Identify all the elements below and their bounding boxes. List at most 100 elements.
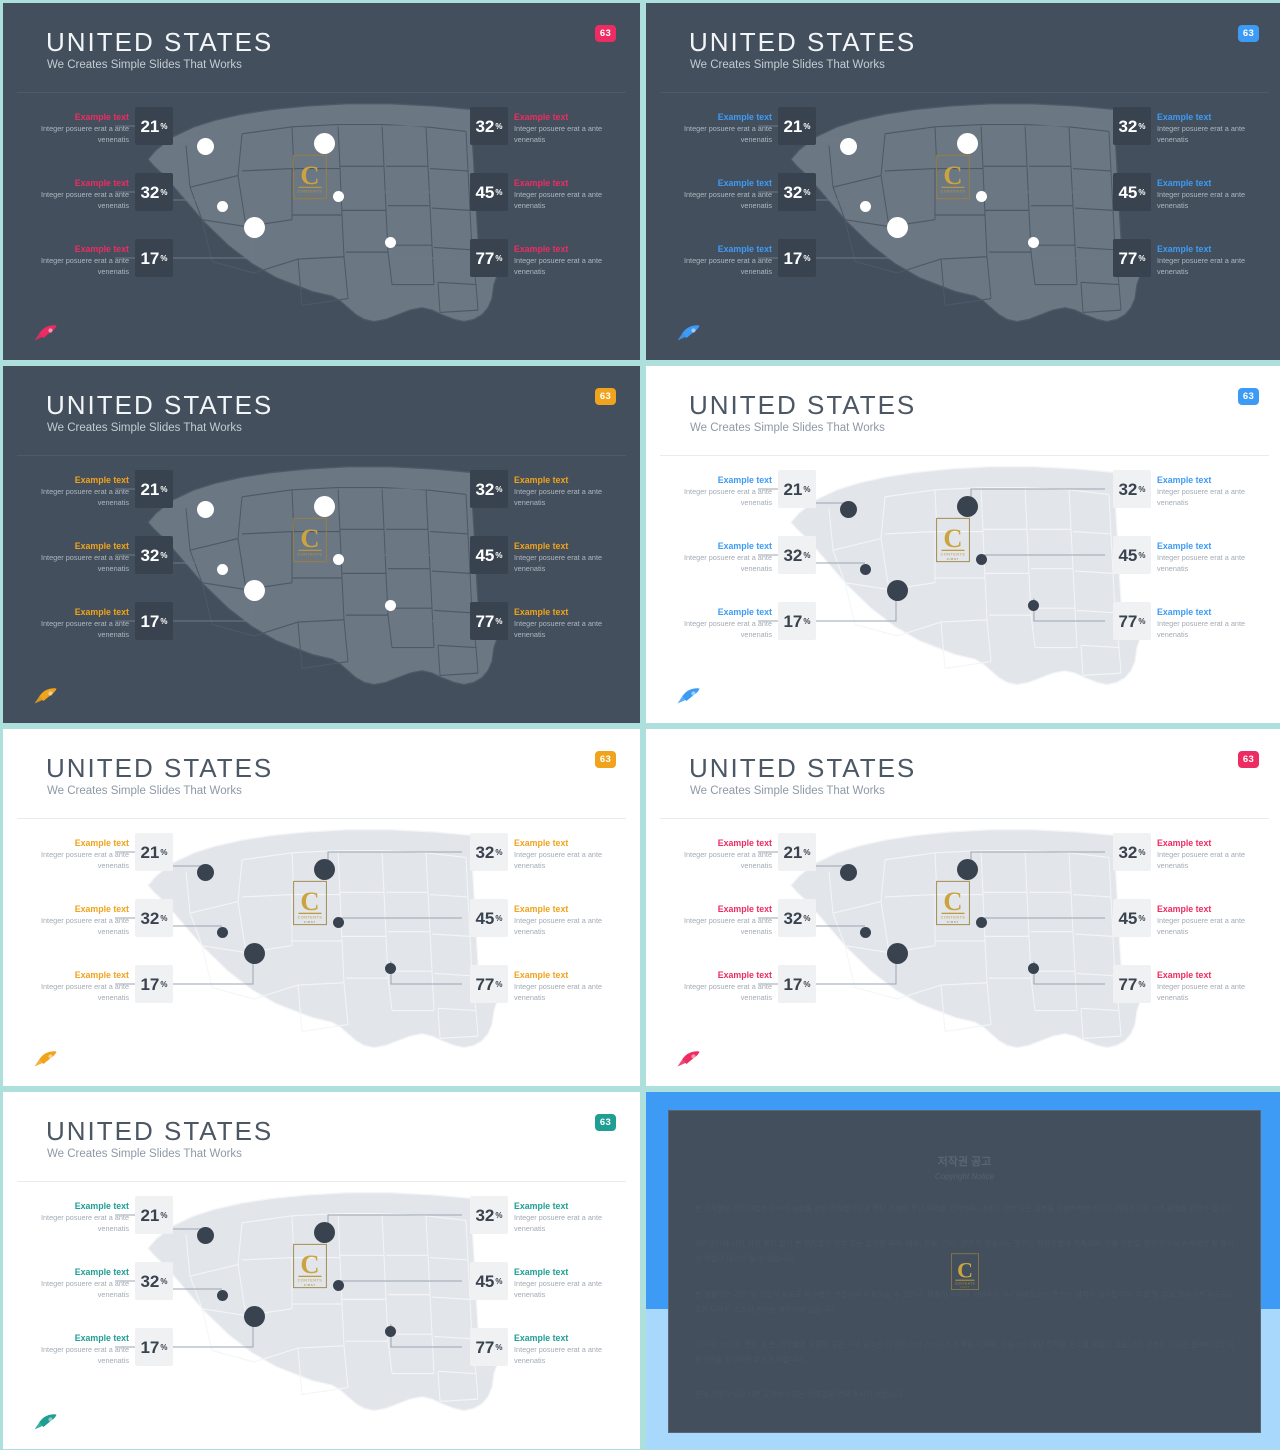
stat-block-right-1[interactable]: 32% Example text Integer posuere erat a … <box>464 1196 606 1234</box>
map-marker-6[interactable] <box>384 236 396 248</box>
map-marker-6[interactable] <box>1027 236 1039 248</box>
stat-block-left-1[interactable]: Example text Integer posuere erat a ante… <box>37 1196 179 1234</box>
map-marker-3[interactable] <box>975 190 987 202</box>
slide-2[interactable]: UNITED STATES We Creates Simple Slides T… <box>646 3 1280 360</box>
map-marker-3[interactable] <box>332 916 344 928</box>
map-marker-6[interactable] <box>384 1325 396 1337</box>
map-marker-4[interactable] <box>216 563 228 575</box>
slide-1[interactable]: UNITED STATES We Creates Simple Slides T… <box>3 3 640 360</box>
map-marker-2[interactable] <box>956 858 978 880</box>
map-marker-4[interactable] <box>216 1289 228 1301</box>
map-marker-1[interactable] <box>196 863 214 881</box>
stat-block-left-3[interactable]: Example text Integer posuere erat a ante… <box>37 1328 179 1366</box>
stat-block-right-2[interactable]: 45% Example text Integer posuere erat a … <box>464 173 606 211</box>
stat-block-left-1[interactable]: Example text Integer posuere erat a ante… <box>37 107 179 145</box>
stat-body: Integer posuere erat a ante venenatis <box>1157 981 1246 1002</box>
page-number-badge[interactable]: 63 <box>1238 388 1259 405</box>
map-marker-1[interactable] <box>196 137 214 155</box>
map-marker-1[interactable] <box>839 863 857 881</box>
map-marker-3[interactable] <box>332 190 344 202</box>
page-number-badge[interactable]: 63 <box>1238 751 1259 768</box>
stat-block-right-2[interactable]: 45% Example text Integer posuere erat a … <box>1107 536 1249 574</box>
stat-heading: Example text <box>514 1333 569 1343</box>
stat-block-right-2[interactable]: 45% Example text Integer posuere erat a … <box>464 1262 606 1300</box>
stat-block-left-1[interactable]: Example text Integer posuere erat a ante… <box>680 107 822 145</box>
map-marker-3[interactable] <box>975 553 987 565</box>
stat-block-left-3[interactable]: Example text Integer posuere erat a ante… <box>680 239 822 277</box>
map-marker-2[interactable] <box>313 1221 335 1243</box>
stat-block-right-3[interactable]: 77% Example text Integer posuere erat a … <box>1107 602 1249 640</box>
stat-block-left-2[interactable]: Example text Integer posuere erat a ante… <box>37 899 179 937</box>
map-marker-2[interactable] <box>313 132 335 154</box>
stat-block-left-2[interactable]: Example text Integer posuere erat a ante… <box>680 899 822 937</box>
stat-block-left-2[interactable]: Example text Integer posuere erat a ante… <box>680 536 822 574</box>
stat-block-left-2[interactable]: Example text Integer posuere erat a ante… <box>37 1262 179 1300</box>
map-marker-3[interactable] <box>975 916 987 928</box>
map-marker-5[interactable] <box>243 216 265 238</box>
stat-block-right-1[interactable]: 32% Example text Integer posuere erat a … <box>1107 107 1249 145</box>
map-marker-6[interactable] <box>384 599 396 611</box>
stat-block-left-3[interactable]: Example text Integer posuere erat a ante… <box>37 965 179 1003</box>
page-number-badge[interactable]: 63 <box>595 751 616 768</box>
map-marker-1[interactable] <box>839 137 857 155</box>
stat-block-left-3[interactable]: Example text Integer posuere erat a ante… <box>37 239 179 277</box>
map-marker-4[interactable] <box>859 200 871 212</box>
stat-block-right-3[interactable]: 77% Example text Integer posuere erat a … <box>464 965 606 1003</box>
map-marker-4[interactable] <box>216 200 228 212</box>
page-number-badge[interactable]: 63 <box>1238 25 1259 42</box>
stat-block-left-2[interactable]: Example text Integer posuere erat a ante… <box>37 173 179 211</box>
map-marker-6[interactable] <box>1027 599 1039 611</box>
stat-block-right-3[interactable]: 77% Example text Integer posuere erat a … <box>464 1328 606 1366</box>
map-marker-5[interactable] <box>243 579 265 601</box>
stat-block-left-2[interactable]: Example text Integer posuere erat a ante… <box>680 173 822 211</box>
slide-4[interactable]: UNITED STATES We Creates Simple Slides T… <box>646 366 1280 723</box>
stat-block-left-1[interactable]: Example text Integer posuere erat a ante… <box>680 833 822 871</box>
stat-block-left-1[interactable]: Example text Integer posuere erat a ante… <box>680 470 822 508</box>
map-marker-5[interactable] <box>243 1305 265 1327</box>
stat-block-right-2[interactable]: 45% Example text Integer posuere erat a … <box>1107 173 1249 211</box>
map-marker-5[interactable] <box>886 579 908 601</box>
stat-block-left-1[interactable]: Example text Integer posuere erat a ante… <box>37 470 179 508</box>
map-marker-4[interactable] <box>859 563 871 575</box>
stat-block-right-3[interactable]: 77% Example text Integer posuere erat a … <box>1107 965 1249 1003</box>
map-marker-2[interactable] <box>313 495 335 517</box>
stat-block-left-3[interactable]: Example text Integer posuere erat a ante… <box>37 602 179 640</box>
map-marker-2[interactable] <box>956 132 978 154</box>
stat-block-right-1[interactable]: 32% Example text Integer posuere erat a … <box>464 107 606 145</box>
map-marker-3[interactable] <box>332 1279 344 1291</box>
page-number-badge[interactable]: 63 <box>595 25 616 42</box>
stat-block-left-1[interactable]: Example text Integer posuere erat a ante… <box>37 833 179 871</box>
stat-block-left-3[interactable]: Example text Integer posuere erat a ante… <box>680 602 822 640</box>
map-marker-6[interactable] <box>384 962 396 974</box>
map-marker-4[interactable] <box>859 926 871 938</box>
stat-block-left-3[interactable]: Example text Integer posuere erat a ante… <box>680 965 822 1003</box>
page-number-badge[interactable]: 63 <box>595 388 616 405</box>
stat-block-right-2[interactable]: 45% Example text Integer posuere erat a … <box>464 536 606 574</box>
slide-7[interactable]: UNITED STATES We Creates Simple Slides T… <box>3 1092 640 1449</box>
slide-3[interactable]: UNITED STATES We Creates Simple Slides T… <box>3 366 640 723</box>
stat-block-right-3[interactable]: 77% Example text Integer posuere erat a … <box>1107 239 1249 277</box>
slide-5[interactable]: UNITED STATES We Creates Simple Slides T… <box>3 729 640 1086</box>
stat-block-right-1[interactable]: 32% Example text Integer posuere erat a … <box>464 470 606 508</box>
map-marker-1[interactable] <box>196 1226 214 1244</box>
stat-block-left-2[interactable]: Example text Integer posuere erat a ante… <box>37 536 179 574</box>
map-marker-5[interactable] <box>886 216 908 238</box>
stat-block-right-1[interactable]: 32% Example text Integer posuere erat a … <box>1107 833 1249 871</box>
map-marker-5[interactable] <box>886 942 908 964</box>
stat-block-right-3[interactable]: 77% Example text Integer posuere erat a … <box>464 239 606 277</box>
map-marker-3[interactable] <box>332 553 344 565</box>
map-marker-6[interactable] <box>1027 962 1039 974</box>
page-number-badge[interactable]: 63 <box>595 1114 616 1131</box>
map-marker-1[interactable] <box>196 500 214 518</box>
map-marker-1[interactable] <box>839 500 857 518</box>
map-marker-2[interactable] <box>956 495 978 517</box>
map-marker-5[interactable] <box>243 942 265 964</box>
stat-block-right-3[interactable]: 77% Example text Integer posuere erat a … <box>464 602 606 640</box>
stat-block-right-2[interactable]: 45% Example text Integer posuere erat a … <box>464 899 606 937</box>
stat-block-right-2[interactable]: 45% Example text Integer posuere erat a … <box>1107 899 1249 937</box>
map-marker-4[interactable] <box>216 926 228 938</box>
stat-block-right-1[interactable]: 32% Example text Integer posuere erat a … <box>464 833 606 871</box>
stat-block-right-1[interactable]: 32% Example text Integer posuere erat a … <box>1107 470 1249 508</box>
map-marker-2[interactable] <box>313 858 335 880</box>
slide-6[interactable]: UNITED STATES We Creates Simple Slides T… <box>646 729 1280 1086</box>
